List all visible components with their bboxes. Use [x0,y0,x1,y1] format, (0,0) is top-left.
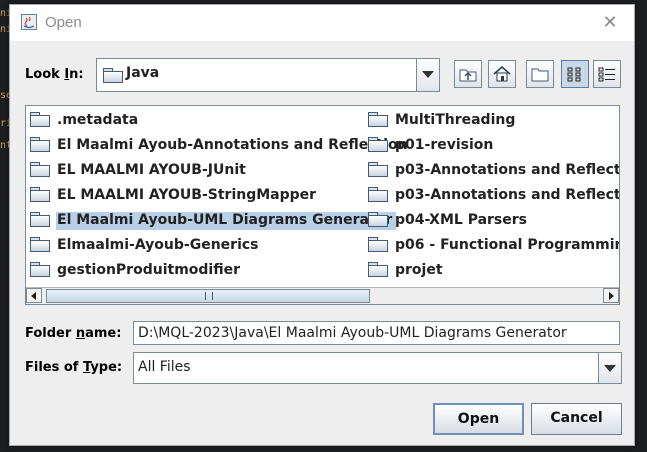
folder-name-label: Folder name: [25,326,122,341]
close-icon[interactable]: ✕ [598,11,622,35]
new-folder-icon [531,68,549,82]
list-item[interactable]: p06 - Functional Programming [366,235,619,260]
look-in-label: Look In: [25,67,84,82]
up-one-level-icon [459,69,477,82]
list-item-label: p03-Annotations and Reflection [395,162,619,178]
list-item[interactable]: El Maalmi Ayoub-Annotations and Reflecti… [28,135,408,160]
list-item-label: .metadata [57,112,139,128]
cancel-button[interactable]: Cancel [531,403,622,435]
folder-name-field[interactable]: D:\MQL-2023\Java\El Maalmi Ayoub-UML Dia… [133,321,620,345]
list-item[interactable]: Elmaalmi-Ayoub-Generics [28,235,408,260]
chevron-down-icon[interactable] [416,59,439,91]
list-item-label: Elmaalmi-Ayoub-Generics [57,237,259,253]
list-item-selected[interactable]: El Maalmi Ayoub-UML Diagrams Generator [28,210,408,235]
new-folder-button[interactable] [526,60,554,88]
list-item[interactable]: MultiThreading [366,110,619,135]
list-item[interactable]: p01-revision [366,135,619,160]
dialog-title: Open [45,14,82,31]
folder-icon [103,68,123,83]
look-in-combobox[interactable]: Java [96,58,440,92]
scrollbar-thumb[interactable] [46,289,370,303]
up-one-level-button[interactable] [454,60,482,88]
list-item[interactable]: EL MAALMI AYOUB-StringMapper [28,185,408,210]
list-item-label: p06 - Functional Programming [395,237,619,253]
file-list[interactable]: .metadata El Maalmi Ayoub-Annotations an… [25,105,620,305]
details-view-button[interactable] [593,60,621,88]
folder-icon [30,212,50,227]
list-item-label: El Maalmi Ayoub-UML Diagrams Generator [56,212,397,230]
folder-icon [368,262,388,277]
list-item[interactable]: EL MAALMI AYOUB-JUnit [28,160,408,185]
scroll-left-icon[interactable] [26,288,42,303]
files-of-type-value: All Files [138,359,191,375]
folder-icon [30,162,50,177]
folder-icon [30,137,50,152]
dialog-titlebar: Open ✕ [10,5,634,41]
list-view-icon [567,67,581,82]
look-in-value: Java [126,65,160,81]
folder-icon [368,112,388,127]
list-item[interactable]: p03-Annotations and Reflection [366,160,619,185]
files-of-type-combobox[interactable]: All Files [133,352,622,384]
list-item-label: El Maalmi Ayoub-Annotations and Reflecti… [57,137,408,153]
file-list-column-2: MultiThreading p01-revision p03-Annotati… [366,110,619,285]
list-item-label: p04-XML Parsers [395,212,527,228]
list-item-label: EL MAALMI AYOUB-JUnit [57,162,246,178]
list-item[interactable]: p04-XML Parsers [366,210,619,235]
list-item[interactable]: p03-Annotations and Reflection a [366,185,619,210]
scroll-right-icon[interactable] [603,288,619,303]
folder-icon [368,237,388,252]
list-item-label: projet [395,262,443,278]
chevron-down-icon[interactable] [598,353,621,383]
horizontal-scrollbar[interactable] [26,287,619,304]
file-list-column-1: .metadata El Maalmi Ayoub-Annotations an… [28,110,408,285]
details-view-icon [598,67,615,82]
list-item-label: MultiThreading [395,112,516,128]
java-app-icon [21,14,37,30]
list-item-label: gestionProduitmodifier [57,262,240,278]
folder-icon [30,112,50,127]
open-button[interactable]: Open [433,403,524,435]
list-item[interactable]: projet [366,260,619,285]
home-button[interactable] [488,60,516,88]
folder-icon [368,212,388,227]
list-item[interactable]: gestionProduitmodifier [28,260,408,285]
list-item[interactable]: .metadata [28,110,408,135]
folder-icon [368,162,388,177]
folder-icon [30,187,50,202]
open-dialog: Open ✕ Look In: Java .metadata El Maalmi… [9,4,635,446]
list-view-button[interactable] [561,60,589,88]
folder-icon [368,137,388,152]
list-item-label: p01-revision [395,137,494,153]
files-of-type-label: Files of Type: [25,360,123,375]
home-icon [493,66,511,82]
list-item-label: p03-Annotations and Reflection a [395,187,619,203]
folder-icon [30,237,50,252]
folder-icon [30,262,50,277]
list-item-label: EL MAALMI AYOUB-StringMapper [57,187,317,203]
folder-icon [368,187,388,202]
